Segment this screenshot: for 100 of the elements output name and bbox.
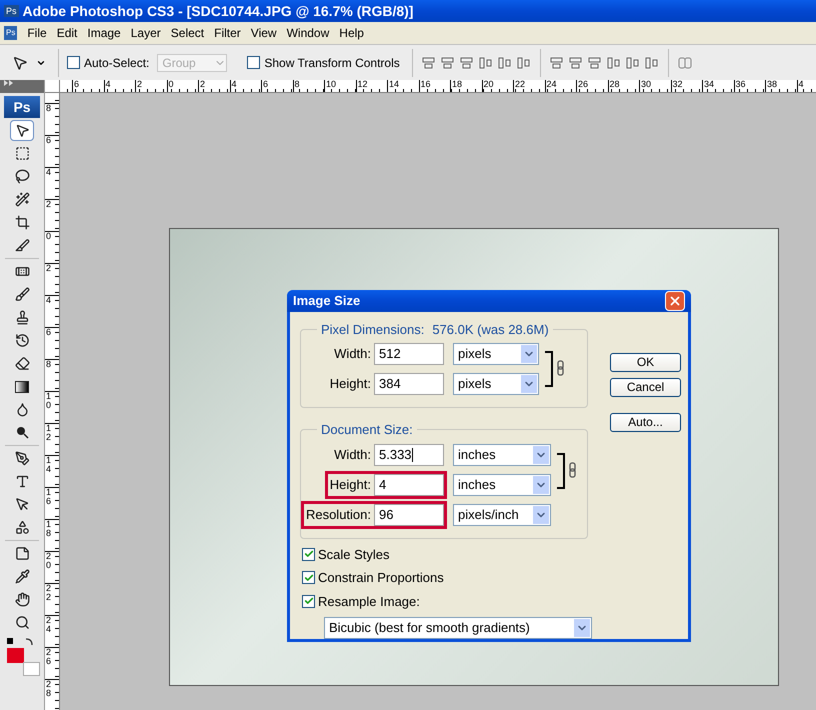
ruler-label: 12 — [45, 424, 50, 442]
ruler-label: 4 — [230, 80, 238, 89]
unit-dropdown[interactable]: pixels — [453, 343, 539, 365]
menu-item[interactable]: Help — [339, 24, 364, 42]
ruler-label: 8 — [294, 80, 301, 89]
ruler-label: 14 — [388, 80, 400, 89]
align-icon[interactable] — [516, 56, 532, 70]
field-label: Height: — [330, 375, 371, 394]
align-icon[interactable] — [478, 56, 494, 70]
checkbox[interactable] — [302, 594, 315, 608]
align-icon[interactable] — [606, 56, 622, 70]
ruler-label: 8 — [45, 360, 50, 369]
ruler-label: 8 — [45, 104, 50, 113]
ruler-label: 6 — [45, 328, 50, 337]
ruler-label: 4 — [798, 80, 805, 89]
ruler-label: 4 — [104, 80, 112, 89]
checkbox-label: Scale Styles — [318, 546, 390, 564]
ruler-label: 2 — [136, 80, 144, 89]
group-title: Pixel Dimensions: — [321, 320, 424, 338]
auto-align-icon[interactable] — [676, 56, 693, 70]
align-icon[interactable] — [440, 56, 456, 70]
document-icon[interactable]: Ps — [4, 26, 18, 40]
app-icon: Ps — [4, 5, 19, 17]
align-icon[interactable] — [568, 56, 584, 70]
ruler-label: 20 — [45, 552, 50, 570]
checkbox-label: Show Transform Controls — [264, 54, 400, 72]
input-field[interactable]: 4 — [374, 474, 444, 496]
menu-item[interactable]: View — [250, 24, 277, 42]
ruler-label: 12 — [356, 80, 369, 89]
menu-item[interactable]: Layer — [130, 24, 161, 42]
menu-item[interactable]: Window — [286, 24, 330, 42]
ruler-label: 26 — [577, 80, 590, 89]
align-icon[interactable] — [458, 56, 475, 70]
ruler-label: 30 — [640, 80, 652, 89]
ruler-label: 2 — [45, 264, 50, 273]
ruler-label: 6 — [262, 80, 270, 89]
align-icon[interactable] — [624, 56, 641, 70]
move-tool-icon[interactable] — [12, 54, 28, 70]
ruler-label: 0 — [168, 80, 175, 89]
dialog-button[interactable]: Cancel — [610, 378, 681, 396]
ruler-label: 16 — [45, 488, 50, 506]
menu-item[interactable]: Select — [170, 24, 204, 42]
align-icon[interactable] — [586, 56, 603, 70]
ruler-label: 24 — [45, 616, 50, 634]
text-cursor — [412, 448, 413, 462]
resample-dropdown[interactable]: Bicubic (best for smooth gradients) — [324, 617, 592, 639]
ruler-label: 22 — [45, 584, 50, 602]
ruler-label: 26 — [45, 648, 50, 666]
pixel-size-value: 576.0K (was 28.6M) — [432, 320, 549, 339]
unit-dropdown[interactable]: inches — [453, 444, 551, 466]
ruler-label: 28 — [608, 80, 621, 89]
input-field[interactable]: 96 — [374, 504, 444, 526]
unit-dropdown[interactable]: pixels/inch — [453, 504, 551, 526]
input-field[interactable]: 384 — [374, 373, 444, 395]
ruler-label: 20 — [482, 80, 495, 89]
move-tool-icon[interactable] — [10, 120, 34, 141]
ruler-label: 18 — [451, 80, 464, 89]
field-label: Width: — [334, 345, 371, 364]
align-icon[interactable] — [548, 56, 565, 70]
ruler-label: 6 — [45, 136, 50, 145]
foreground-color-swatch[interactable] — [7, 648, 24, 663]
close-button[interactable] — [665, 290, 685, 311]
align-icon[interactable] — [420, 56, 437, 70]
ruler-label: 2 — [45, 200, 50, 209]
ruler-label: 0 — [45, 232, 50, 241]
align-icon[interactable] — [644, 56, 660, 70]
menu-item[interactable]: File — [27, 24, 47, 42]
ruler-label: 14 — [45, 456, 50, 474]
checkbox-label: Auto-Select: — [84, 54, 150, 72]
checkbox[interactable] — [247, 56, 260, 69]
align-icon[interactable] — [496, 56, 513, 70]
checkbox[interactable] — [302, 548, 315, 561]
field-label: Width: — [334, 446, 371, 464]
menu-item[interactable]: Filter — [214, 24, 241, 42]
ruler-label: 6 — [73, 80, 80, 89]
app-logo: Ps — [4, 96, 40, 118]
ruler-label: 16 — [420, 80, 432, 89]
group-title: Document Size: — [321, 421, 413, 439]
unit-dropdown[interactable]: inches — [453, 474, 551, 496]
unit-dropdown[interactable]: pixels — [453, 373, 539, 395]
ruler-label: 18 — [45, 520, 50, 538]
ruler-label: 2 — [199, 80, 206, 89]
ruler-label: 34 — [703, 80, 716, 89]
panel-header[interactable] — [0, 80, 44, 93]
ruler-label: 4 — [45, 296, 50, 305]
menu-item[interactable]: Image — [87, 24, 121, 42]
menu-item[interactable]: Edit — [56, 24, 78, 42]
input-field[interactable]: 512 — [374, 343, 444, 365]
dialog-button[interactable]: OK — [610, 352, 681, 372]
dialog-button[interactable]: Auto... — [610, 412, 681, 432]
background-color-swatch[interactable] — [24, 663, 39, 675]
checkbox[interactable] — [302, 571, 315, 584]
ruler-label: 10 — [45, 392, 50, 410]
input-field[interactable]: 5.333 — [374, 444, 444, 466]
ruler-label: 36 — [734, 80, 747, 89]
ruler-label: 32 — [672, 80, 684, 89]
close-icon — [668, 294, 682, 308]
checkbox[interactable] — [67, 56, 80, 69]
ruler-label: 10 — [325, 80, 338, 89]
checkbox-label: Constrain Proportions — [318, 569, 444, 587]
